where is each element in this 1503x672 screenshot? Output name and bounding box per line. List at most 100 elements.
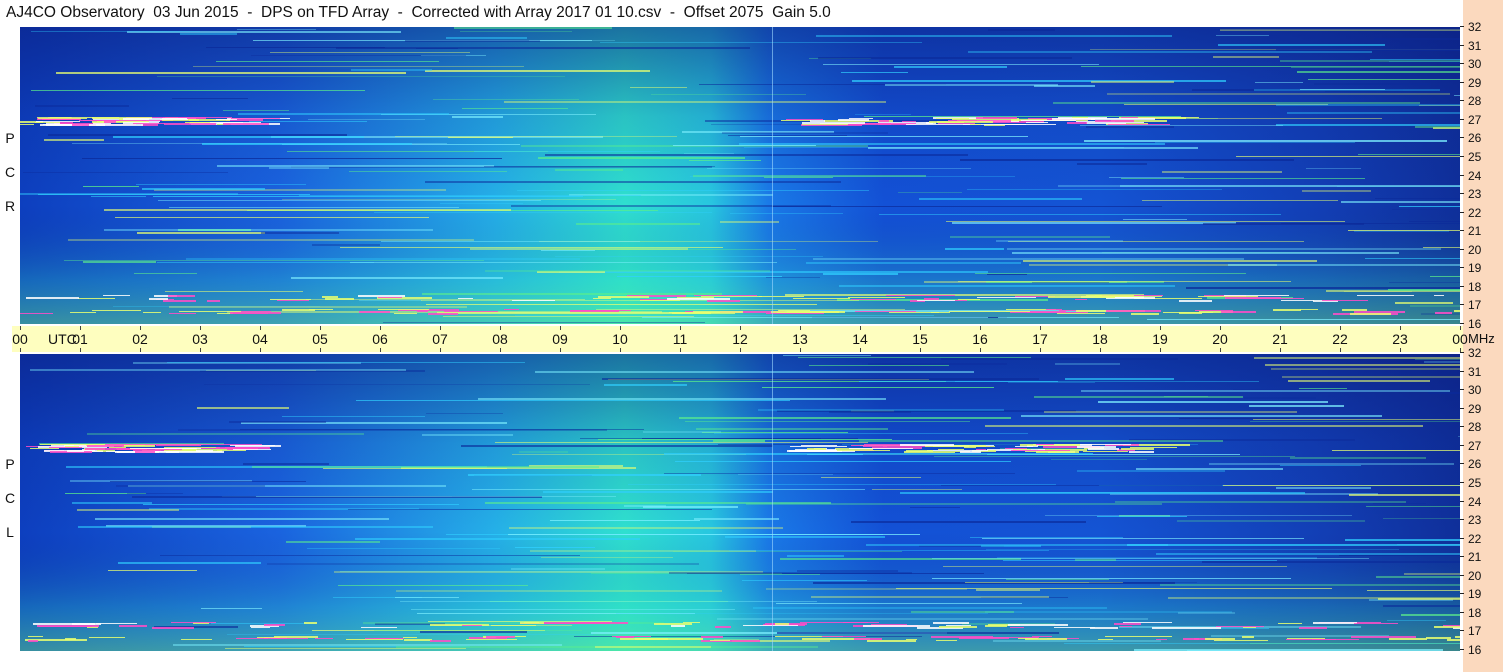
interference-streak	[1186, 287, 1460, 289]
time-tick-mark	[1340, 326, 1341, 330]
interference-streak	[1373, 503, 1426, 504]
interference-streak	[530, 550, 756, 552]
emission-band	[39, 626, 92, 627]
interference-streak	[529, 40, 615, 41]
interference-streak	[83, 261, 156, 263]
interference-streak	[1012, 252, 1399, 254]
emission-band	[848, 297, 905, 298]
time-tick-mark	[1040, 326, 1041, 330]
interference-streak	[851, 521, 1086, 523]
interference-streak	[261, 232, 339, 234]
frequency-tick: 30	[1458, 57, 1503, 71]
interference-streak	[816, 35, 1172, 37]
emission-band	[1434, 295, 1444, 296]
emission-band	[26, 297, 79, 299]
interference-streak	[624, 505, 666, 507]
frequency-tick: 29	[1458, 402, 1503, 416]
frequency-tick: 31	[1458, 39, 1503, 53]
interference-streak	[180, 33, 237, 35]
interference-streak	[1045, 515, 1352, 516]
rcp-spectrogram[interactable]	[20, 27, 1460, 324]
interference-streak	[714, 639, 759, 640]
time-tick-mark	[80, 348, 81, 352]
emission-band	[1214, 640, 1268, 641]
interference-streak	[970, 537, 1123, 538]
interference-streak	[270, 52, 470, 53]
interference-streak	[809, 365, 949, 366]
interference-streak	[988, 29, 1055, 31]
emission-band	[1242, 636, 1254, 638]
interference-streak	[256, 496, 616, 497]
emission-band	[33, 623, 101, 625]
frequency-tick-label: 18	[1468, 605, 1482, 620]
interference-streak	[696, 428, 888, 430]
frequency-tick-mark	[1460, 267, 1464, 269]
interference-streak	[446, 37, 527, 39]
emission-band	[693, 311, 743, 313]
interference-streak	[896, 588, 1332, 589]
interference-streak	[818, 57, 1072, 59]
interference-streak	[628, 484, 1056, 485]
interference-streak	[1091, 81, 1174, 83]
emission-band	[1057, 313, 1105, 314]
emission-band	[365, 638, 398, 639]
interference-streak	[509, 527, 783, 529]
interference-streak	[104, 229, 433, 231]
interference-streak	[134, 273, 197, 274]
emission-band	[838, 119, 869, 121]
interference-streak	[91, 196, 146, 197]
interference-streak	[229, 421, 326, 423]
lcp-label: P C L	[2, 456, 18, 546]
frequency-tick: 25	[1458, 476, 1503, 490]
emission-band	[361, 627, 397, 628]
emission-band	[927, 450, 988, 451]
emission-band	[1195, 310, 1233, 311]
time-tick-mark	[1100, 326, 1101, 330]
interference-streak	[1214, 29, 1460, 30]
emission-band	[683, 622, 700, 623]
interference-streak	[395, 597, 459, 598]
frequency-tick-mark	[1460, 574, 1464, 576]
lcp-spectrogram[interactable]	[20, 354, 1460, 651]
emission-band	[800, 622, 868, 623]
frequency-tick-label: 21	[1468, 550, 1482, 565]
interference-streak	[1276, 487, 1371, 489]
frequency-tick: 23	[1458, 513, 1503, 527]
interference-streak	[1250, 643, 1460, 644]
interference-streak	[460, 31, 572, 32]
interference-streak	[468, 474, 701, 476]
emission-band	[87, 445, 124, 447]
time-tick-mark	[800, 348, 801, 352]
interference-streak	[821, 477, 921, 478]
emission-band	[1048, 296, 1115, 298]
interference-streak	[1081, 66, 1460, 67]
interference-streak	[267, 563, 699, 565]
frequency-tick-mark	[1460, 537, 1464, 539]
emission-band	[358, 295, 405, 297]
interference-streak	[1415, 126, 1460, 128]
interference-streak	[1383, 605, 1460, 607]
frequency-tick: 29	[1458, 76, 1503, 90]
emission-band	[1179, 312, 1202, 314]
frequency-tick-label: 27	[1468, 112, 1482, 127]
interference-streak	[1218, 44, 1385, 46]
interference-streak	[707, 168, 971, 169]
frequency-tick-label: 25	[1468, 149, 1482, 164]
frequency-tick-label: 32	[1468, 346, 1482, 360]
emission-band	[1322, 300, 1368, 301]
rcp-letter-r: R	[4, 198, 16, 214]
emission-band	[1299, 627, 1327, 629]
emission-band	[105, 444, 159, 445]
interference-streak	[381, 241, 640, 242]
emission-band	[428, 313, 458, 315]
emission-band	[394, 313, 417, 314]
interference-streak	[217, 165, 494, 167]
interference-streak	[1314, 83, 1430, 85]
emission-band	[1138, 117, 1199, 118]
emission-band	[216, 119, 237, 120]
interference-streak	[729, 550, 1049, 551]
emission-band	[1287, 638, 1325, 639]
interference-streak	[110, 481, 306, 482]
interference-streak	[1265, 364, 1460, 366]
frequency-tick: 19	[1458, 261, 1503, 275]
